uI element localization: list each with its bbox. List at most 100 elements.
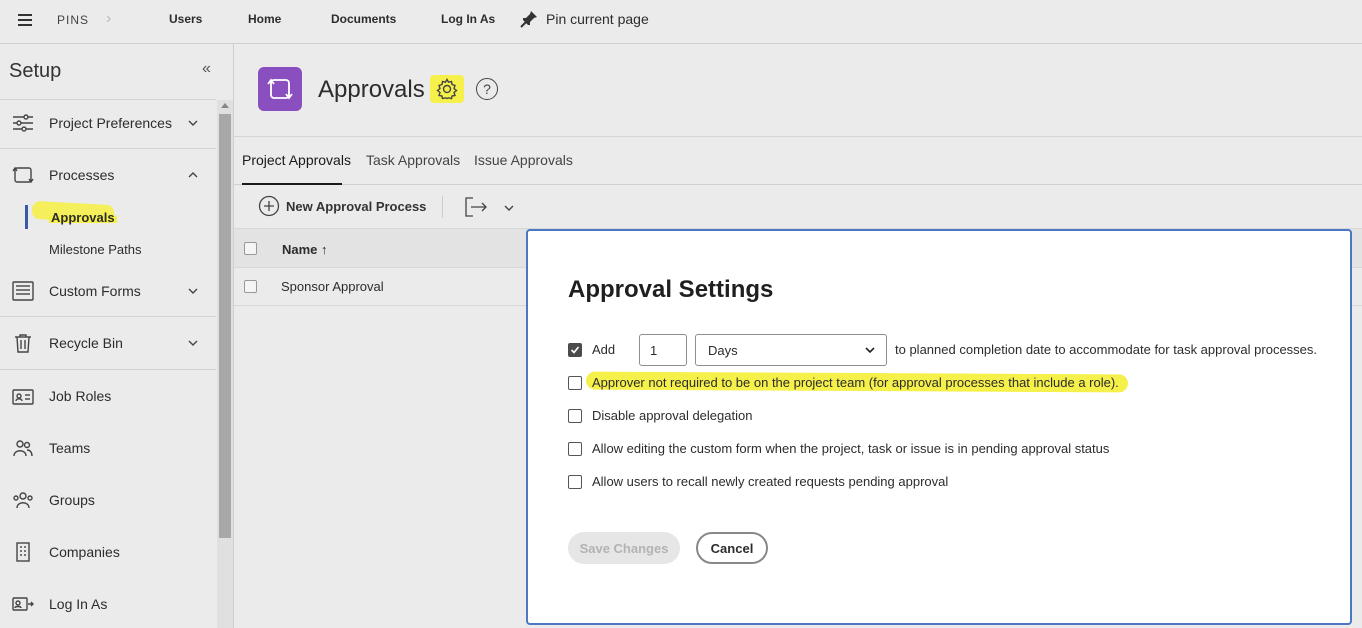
option-checkbox[interactable]: [568, 441, 582, 456]
sidebar-item-job-roles[interactable]: Job Roles: [0, 376, 216, 416]
sidebar-item-label: Custom Forms: [49, 283, 141, 299]
top-bar: PINS › Users Home Documents Log In As Pi…: [0, 0, 1362, 44]
scrollbar-thumb[interactable]: [219, 114, 231, 538]
option-checkbox[interactable]: [568, 474, 582, 489]
approval-settings-modal: Approval Settings Add 1 Days to planned …: [526, 229, 1352, 625]
chevron-down-icon: [504, 205, 514, 211]
sidebar-item-label: Teams: [49, 440, 91, 456]
setup-sidebar: Setup « Project Preferences Processes Ap…: [0, 44, 234, 628]
sidebar-item-processes[interactable]: Processes: [0, 155, 216, 195]
export-button[interactable]: [464, 196, 488, 223]
pushpin-icon: [520, 11, 537, 28]
modal-title: Approval Settings: [568, 276, 774, 303]
chevron-down-icon: [188, 120, 198, 126]
chevron-down-icon: [188, 288, 198, 294]
nav-documents[interactable]: Documents: [331, 12, 396, 26]
new-approval-process-label: New Approval Process: [286, 198, 427, 214]
sidebar-item-project-preferences[interactable]: Project Preferences: [0, 103, 216, 143]
sidebar-item-groups[interactable]: Groups: [0, 480, 216, 520]
sidebar-item-label: Project Preferences: [49, 115, 172, 131]
nav-home[interactable]: Home: [248, 12, 281, 26]
option-allow-editing-custom-form[interactable]: Allow editing the custom form when the p…: [568, 441, 1109, 456]
id-card-icon: [12, 385, 34, 407]
option-checkbox[interactable]: [568, 375, 582, 390]
building-icon: [12, 541, 34, 563]
chevron-right-icon: ›: [106, 10, 112, 27]
sidebar-item-teams[interactable]: Teams: [0, 428, 216, 468]
option-approver-not-required[interactable]: Approver not required to be on the proje…: [568, 375, 1119, 390]
tab-issue-approvals[interactable]: Issue Approvals: [474, 152, 573, 168]
toolbar-separator: [442, 196, 443, 218]
sidebar-title: Setup: [9, 60, 62, 82]
sidebar-item-label: Job Roles: [49, 388, 112, 404]
column-header-name[interactable]: Name ↑: [282, 242, 328, 257]
unit-select[interactable]: Days: [695, 334, 887, 366]
sliders-icon: [12, 112, 34, 134]
pin-label: Pin current page: [546, 11, 649, 27]
export-dropdown-button[interactable]: [503, 201, 515, 219]
collapse-sidebar-icon[interactable]: «: [202, 60, 211, 78]
sidebar-subitem-milestone-paths[interactable]: Milestone Paths: [25, 235, 216, 263]
option-allow-recall[interactable]: Allow users to recall newly created requ…: [568, 474, 948, 489]
brand-label[interactable]: PINS: [57, 13, 89, 27]
checkmark-icon: [570, 345, 580, 354]
unit-select-value: Days: [708, 343, 738, 358]
scroll-up-arrow-icon[interactable]: [221, 103, 229, 108]
sidebar-divider: [0, 316, 216, 317]
row-name-cell[interactable]: Sponsor Approval: [281, 279, 384, 294]
sidebar-item-log-in-as[interactable]: Log In As: [0, 584, 216, 624]
option-disable-delegation[interactable]: Disable approval delegation: [568, 408, 752, 423]
sidebar-item-label: Recycle Bin: [49, 335, 123, 351]
sidebar-divider: [0, 99, 216, 100]
form-icon: [12, 280, 34, 302]
nav-users[interactable]: Users: [169, 12, 202, 26]
option-checkbox[interactable]: [568, 408, 582, 423]
teams-icon: [12, 437, 34, 459]
add-days-suffix: to planned completion date to accommodat…: [895, 342, 1318, 357]
header-divider: [234, 136, 1362, 137]
option-label: Allow editing the custom form when the p…: [592, 441, 1110, 456]
save-changes-button[interactable]: Save Changes: [568, 532, 680, 564]
export-icon: [465, 197, 487, 217]
sidebar-item-label: Companies: [49, 544, 120, 560]
approvals-app-icon: [258, 67, 302, 111]
select-all-checkbox[interactable]: [244, 242, 257, 255]
row-checkbox[interactable]: [244, 280, 257, 293]
plus-circle-icon: [258, 195, 280, 217]
cancel-button[interactable]: Cancel: [696, 532, 768, 564]
sidebar-item-companies[interactable]: Companies: [0, 532, 216, 572]
sidebar-scrollbar[interactable]: [217, 100, 233, 628]
sidebar-item-recycle-bin[interactable]: Recycle Bin: [0, 323, 216, 363]
pin-current-page-button[interactable]: Pin current page: [520, 10, 649, 28]
help-icon[interactable]: ?: [476, 78, 498, 100]
nav-log-in-as[interactable]: Log In As: [441, 12, 495, 26]
chevron-up-icon: [188, 172, 198, 178]
sidebar-divider: [0, 369, 216, 370]
option-label: Allow users to recall newly created requ…: [592, 474, 949, 489]
tab-task-approvals[interactable]: Task Approvals: [366, 152, 460, 168]
hamburger-menu-icon[interactable]: [18, 13, 32, 27]
option-label: Approver not required to be on the proje…: [592, 375, 1119, 390]
new-approval-process-button[interactable]: New Approval Process: [258, 195, 426, 217]
sidebar-item-custom-forms[interactable]: Custom Forms: [0, 271, 216, 311]
chevron-down-icon: [188, 340, 198, 346]
active-tab-indicator: [242, 183, 342, 185]
add-days-input[interactable]: 1: [639, 334, 687, 366]
sidebar-subitem-label: Approvals: [49, 209, 117, 225]
groups-icon: [12, 489, 34, 511]
option-label: Disable approval delegation: [592, 408, 753, 423]
gear-icon: [436, 78, 458, 100]
sidebar-item-label: Log In As: [49, 596, 108, 612]
add-label: Add: [592, 342, 616, 357]
process-icon: [12, 164, 34, 186]
sidebar-subitem-approvals[interactable]: Approvals: [25, 203, 216, 231]
tab-project-approvals[interactable]: Project Approvals: [242, 152, 351, 168]
settings-gear-button[interactable]: [430, 75, 464, 103]
add-days-checkbox[interactable]: [568, 342, 582, 357]
add-days-row: Add: [568, 342, 615, 357]
sidebar-item-label: Processes: [49, 167, 115, 183]
sidebar-item-label: Groups: [49, 492, 95, 508]
trash-icon: [12, 332, 34, 354]
chevron-down-icon: [865, 347, 875, 354]
active-indicator: [25, 205, 28, 229]
